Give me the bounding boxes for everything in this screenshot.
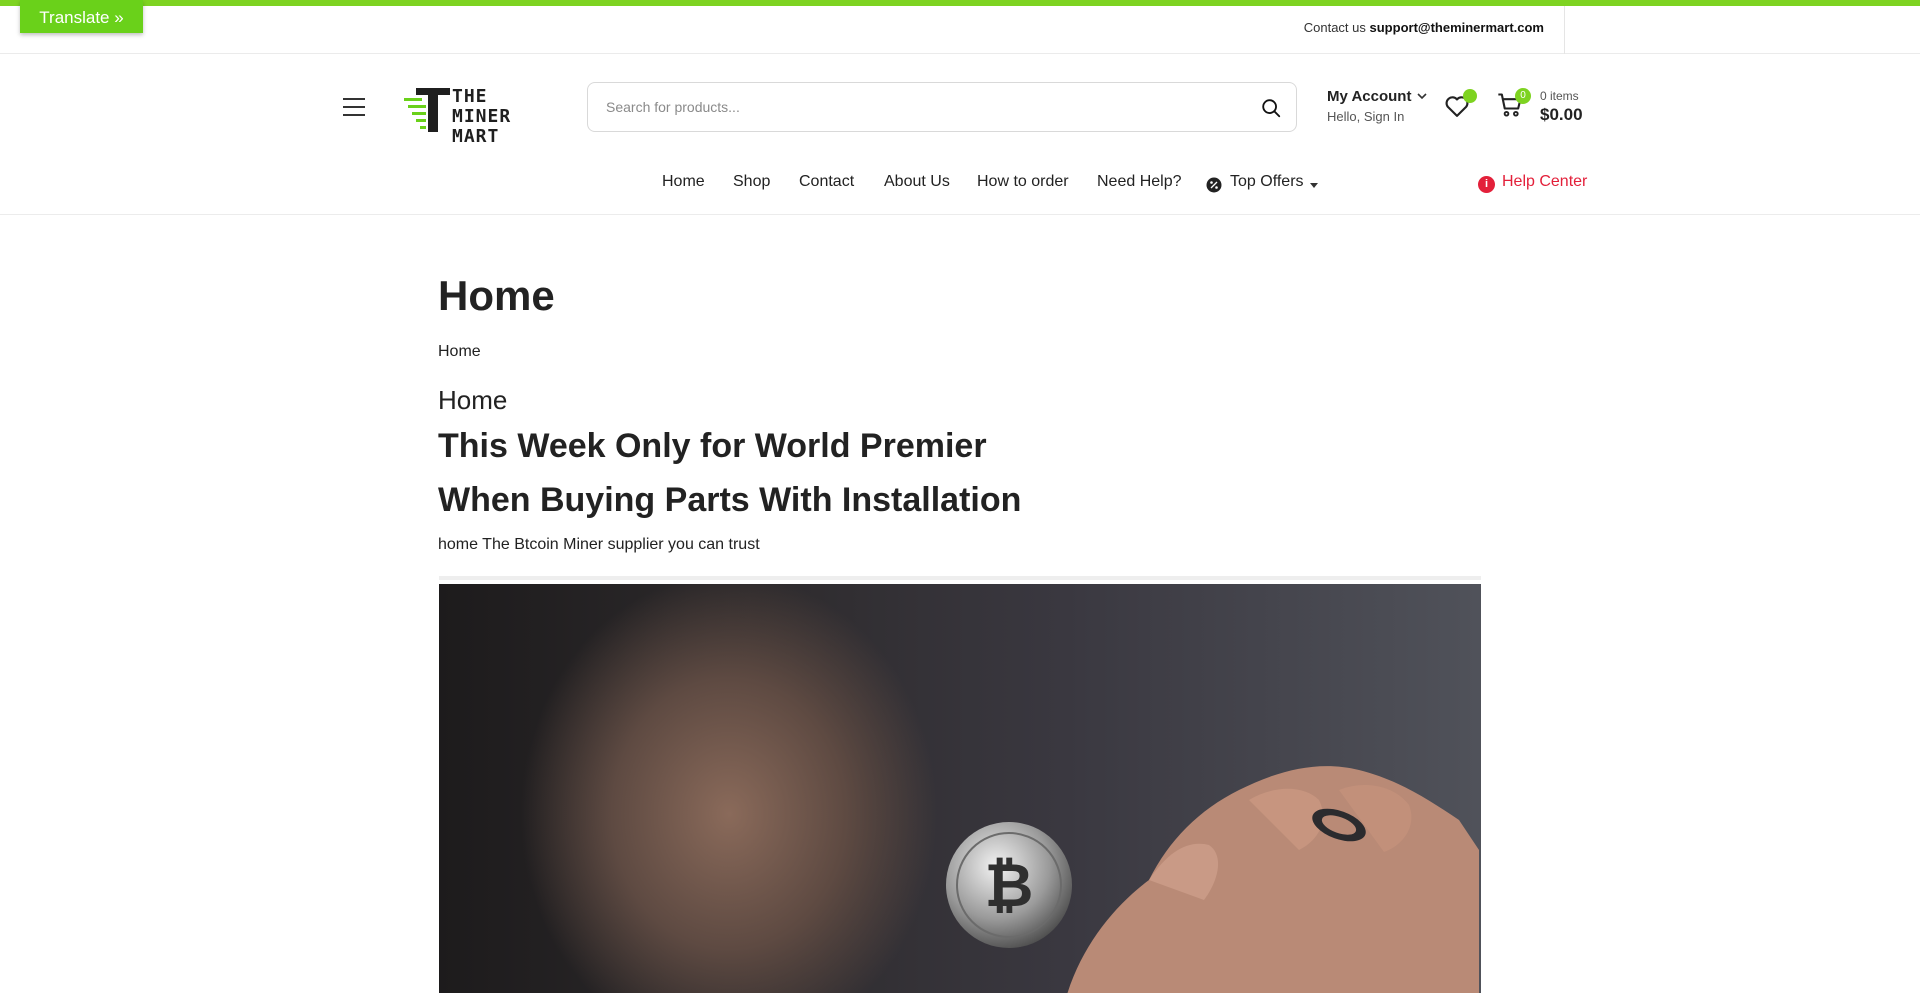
nav-item-top-offers[interactable]: Top Offers: [1230, 173, 1304, 191]
cart-total[interactable]: $0.00: [1540, 105, 1583, 125]
nav-item-how-to-order[interactable]: How to order: [977, 173, 1069, 191]
chevron-down-icon: [1417, 93, 1427, 100]
search-bar: [587, 82, 1297, 132]
hero-image: ₿: [439, 576, 1481, 993]
help-center-link[interactable]: Help Center: [1502, 173, 1587, 191]
nav-item-about-us[interactable]: About Us: [884, 173, 950, 191]
topbar-divider: [1564, 6, 1565, 54]
contact-prefix: Contact us: [1303, 20, 1366, 35]
bitcoin-coin-icon: ₿: [946, 822, 1072, 948]
translate-button[interactable]: Translate »: [20, 0, 143, 33]
logo-text: THE MINER MART: [452, 86, 512, 147]
contact-email[interactable]: support@theminermart.com: [1370, 20, 1544, 35]
site-logo[interactable]: THE MINER MART: [402, 84, 548, 147]
info-icon: i: [1478, 176, 1495, 193]
nav-item-need-help[interactable]: Need Help?: [1097, 173, 1182, 191]
my-account-menu[interactable]: My Account Hello, Sign In: [1327, 88, 1437, 124]
nav-item-contact[interactable]: Contact: [799, 173, 854, 191]
promo-heading-line2: When Buying Parts With Installation: [438, 481, 1022, 519]
promo-heading-line1: This Week Only for World Premier: [438, 427, 987, 465]
logo-mark-icon: [404, 88, 450, 132]
cart-items-count: 0 items: [1540, 89, 1579, 103]
nav-item-home[interactable]: Home: [662, 173, 705, 191]
section-title: Home: [438, 385, 508, 415]
nav-item-shop[interactable]: Shop: [733, 173, 770, 191]
percent-badge-icon: [1206, 177, 1222, 193]
site-header: THE MINER MART My Account Hello, Sign In…: [0, 55, 1920, 215]
svg-text:₿: ₿: [985, 851, 1034, 921]
account-sign-in[interactable]: Hello, Sign In: [1327, 109, 1437, 124]
tagline: home The Btcoin Miner supplier you can t…: [438, 536, 760, 553]
search-icon[interactable]: [1260, 97, 1282, 119]
caret-down-icon: [1310, 183, 1318, 188]
topbar: Contact us support@theminermart.com: [0, 6, 1920, 54]
menu-icon[interactable]: [343, 98, 365, 116]
breadcrumb[interactable]: Home: [438, 343, 481, 361]
contact-line: Contact us support@theminermart.com: [1304, 20, 1544, 35]
search-input[interactable]: [606, 83, 1206, 131]
cart-count-badge: 0: [1515, 88, 1531, 104]
wishlist-badge: [1463, 89, 1477, 103]
page-title: Home: [438, 272, 555, 319]
main-nav: Home Shop Contact About Us How to order …: [0, 173, 1920, 203]
